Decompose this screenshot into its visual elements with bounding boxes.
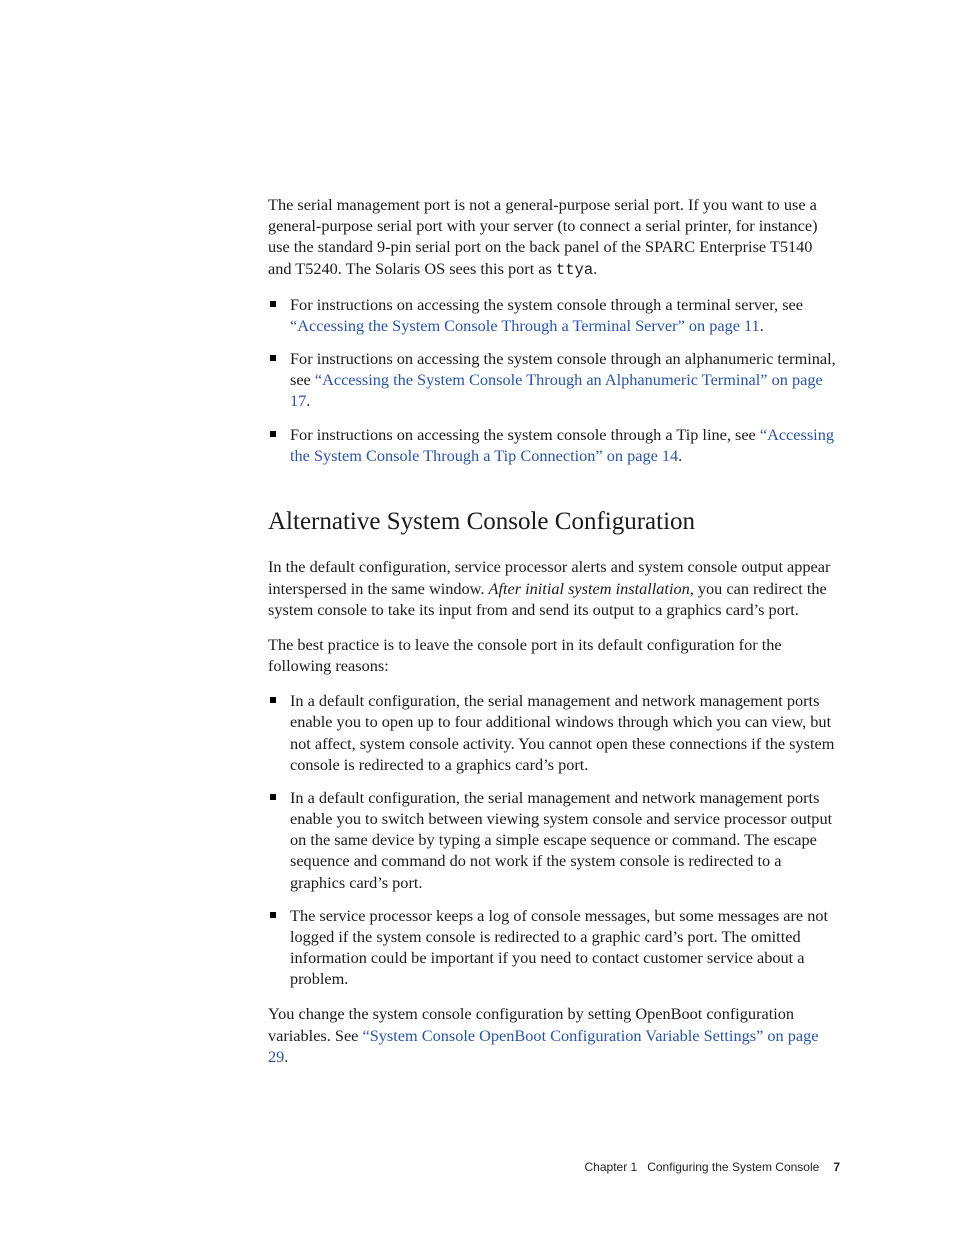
closing-paragraph: You change the system console configurat… xyxy=(268,1003,838,1067)
section-heading: Alternative System Console Configuration xyxy=(268,506,838,539)
list-item: For instructions on accessing the system… xyxy=(268,348,838,412)
footer-title: Configuring the System Console xyxy=(647,1160,819,1174)
bullet3-post: . xyxy=(678,446,682,465)
bullet2-post: . xyxy=(306,391,310,410)
link-terminal-server[interactable]: “Accessing the System Console Through a … xyxy=(290,316,760,335)
link-alphanumeric-terminal[interactable]: “Accessing the System Console Through an… xyxy=(290,370,823,410)
bullet1-post: . xyxy=(760,316,764,335)
list-item: The service processor keeps a log of con… xyxy=(268,905,838,990)
reason-2-text: In a default configuration, the serial m… xyxy=(290,788,832,892)
reasons-list: In a default configuration, the serial m… xyxy=(268,690,838,989)
tty-code: ttya xyxy=(556,261,593,279)
reason-3-text: The service processor keeps a log of con… xyxy=(290,906,828,989)
list-item: For instructions on accessing the system… xyxy=(268,294,838,336)
list-item: In a default configuration, the serial m… xyxy=(268,690,838,775)
footer-chapter: Chapter 1 xyxy=(585,1160,638,1174)
footer-page-number: 7 xyxy=(833,1160,840,1174)
intro-paragraph: The serial management port is not a gene… xyxy=(268,194,838,280)
bullet1-pre: For instructions on accessing the system… xyxy=(290,295,803,314)
reason-1-text: In a default configuration, the serial m… xyxy=(290,691,834,774)
intro-text-b: . xyxy=(593,259,597,278)
list-item: For instructions on accessing the system… xyxy=(268,424,838,466)
access-instructions-list: For instructions on accessing the system… xyxy=(268,294,838,466)
list-item: In a default configuration, the serial m… xyxy=(268,787,838,893)
footer-inner: Chapter 1 Configuring the System Console… xyxy=(585,1160,841,1174)
section-paragraph-1: In the default configuration, service pr… xyxy=(268,556,838,620)
intro-text-a: The serial management port is not a gene… xyxy=(268,195,818,278)
page: The serial management port is not a gene… xyxy=(0,0,954,1235)
closing-post: . xyxy=(284,1047,288,1066)
bullet3-pre: For instructions on accessing the system… xyxy=(290,425,760,444)
section-paragraph-2: The best practice is to leave the consol… xyxy=(268,634,838,676)
section-p1-emphasis: After initial system installation xyxy=(489,579,690,598)
body-text-column: The serial management port is not a gene… xyxy=(268,194,838,1081)
